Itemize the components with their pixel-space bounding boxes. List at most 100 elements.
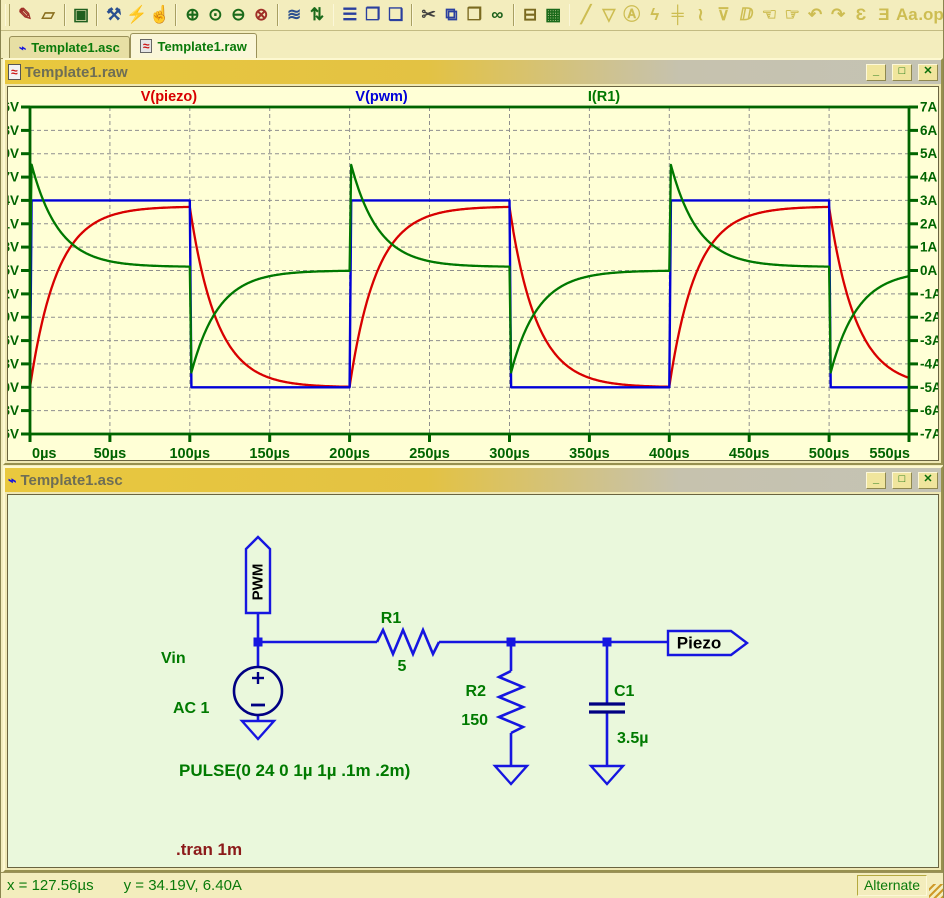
net-flag-piezo-label[interactable]: Piezo: [677, 634, 721, 653]
r1-name[interactable]: R1: [381, 610, 402, 627]
legend-vpiezo[interactable]: V(piezo): [141, 89, 198, 105]
vin-ac-value[interactable]: AC 1: [173, 700, 210, 717]
right-axis-tick-label: -2A: [920, 310, 939, 325]
wires[interactable]: [258, 613, 668, 766]
x-axis-tick-label: 400µs: [649, 446, 690, 461]
voltage-source-vin[interactable]: Vin AC 1 PULSE(0 24 0 1µ 1µ .1m .2m): [161, 650, 410, 780]
minimize-button[interactable]: _: [866, 472, 886, 489]
close-button[interactable]: ✕: [918, 64, 938, 81]
resize-grip[interactable]: [929, 884, 943, 898]
x-axis-tick-label: 100µs: [169, 446, 210, 461]
vin-pulse-value[interactable]: PULSE(0 24 0 1µ 1µ .1m .2m): [179, 761, 410, 780]
x-axis-tick-label: 250µs: [409, 446, 450, 461]
tab-template1-asc[interactable]: ⌁ Template1.asc: [9, 36, 130, 58]
net-flag-pwm-label[interactable]: PWM: [250, 564, 267, 601]
r2-value[interactable]: 150: [461, 712, 488, 729]
cascade-button[interactable]: ❑: [384, 3, 407, 27]
tab-bar: ⌁ Template1.asc ≈ Template1.raw: [1, 31, 943, 59]
net-flag-piezo[interactable]: Piezo: [668, 631, 747, 655]
c1-name[interactable]: C1: [614, 683, 635, 700]
r2-name[interactable]: R2: [466, 683, 487, 700]
right-axis-tick-label: -1A: [920, 286, 939, 301]
r1-value[interactable]: 5: [398, 658, 407, 675]
waveform-plot[interactable]: 36V33V30V27V24V21V18V15V12V9V6V3V0V-3V-6…: [8, 87, 939, 461]
maximize-button[interactable]: □: [892, 472, 912, 489]
toolbar-separator: [333, 4, 335, 26]
junction-dot: [507, 638, 516, 647]
trace-v-piezo[interactable]: [30, 207, 909, 387]
tran-directive[interactable]: .tran 1m: [176, 840, 242, 859]
left-axis-tick-label: 24V: [8, 193, 19, 208]
zoom-in-button[interactable]: ⊕: [181, 3, 204, 27]
new-schematic-button[interactable]: ✎: [14, 3, 37, 27]
left-axis-tick-label: 33V: [8, 123, 19, 138]
rotate-button: Ǝ: [872, 3, 895, 27]
legend-ir1[interactable]: I(R1): [588, 89, 620, 105]
resistor-tool-button: ϟ: [643, 3, 666, 27]
cursor-x-readout: x = 127.56µs: [7, 877, 94, 894]
print-preview-button[interactable]: ⊟: [519, 3, 542, 27]
left-axis-tick-label: 18V: [8, 240, 19, 255]
move-tool-button: ☜: [758, 3, 781, 27]
control-panel-button[interactable]: ⚒: [102, 3, 125, 27]
vin-name[interactable]: Vin: [161, 650, 186, 667]
right-axis-tick-label: -4A: [920, 356, 939, 371]
schematic-file-icon: ⌁: [8, 473, 16, 487]
autorange-button[interactable]: ⇅: [306, 3, 329, 27]
capacitor-c1[interactable]: C1 3.5µ: [589, 683, 648, 747]
paste-button[interactable]: ❒: [463, 3, 486, 27]
toolbar-separator: [96, 4, 98, 26]
left-axis-tick-label: 15V: [8, 263, 19, 278]
x-axis-tick-label: 500µs: [809, 446, 850, 461]
component-tool-button: ⅅ: [735, 3, 758, 27]
waveform-plot-pane[interactable]: 36V33V30V27V24V21V18V15V12V9V6V3V0V-3V-6…: [7, 86, 939, 461]
find-button[interactable]: ∞: [486, 3, 509, 27]
copy-button[interactable]: ⧉: [440, 3, 463, 27]
open-button[interactable]: ▱: [37, 3, 60, 27]
right-axis-tick-label: 4A: [920, 170, 938, 185]
capacitor-tool-button: ╪: [666, 3, 689, 27]
plot-frame: [30, 107, 909, 434]
tile-vertical-button[interactable]: ❐: [361, 3, 384, 27]
cut-button[interactable]: ✂: [417, 3, 440, 27]
tile-horizontal-button[interactable]: ☰: [338, 3, 361, 27]
run-button[interactable]: ⚡: [125, 3, 148, 27]
x-axis-tick-label: 0µs: [32, 446, 56, 461]
junction-dot: [603, 638, 612, 647]
left-axis-tick-label: 9V: [8, 310, 19, 325]
zoom-out-button[interactable]: ⊖: [227, 3, 250, 27]
right-axis-tick-label: 2A: [920, 216, 938, 231]
toolbar-separator: [175, 4, 177, 26]
zoom-full-button[interactable]: ⊗: [250, 3, 273, 27]
toolbar: ✎▱▣⚒⚡☝⊕⊙⊖⊗≋⇅☰❐❑✂⧉❒∞⊟▦╱▽Ⓐϟ╪≀⊽ⅅ☜☞↶↷ƐƎAa.op: [1, 0, 943, 31]
tab-template1-raw[interactable]: ≈ Template1.raw: [130, 33, 257, 58]
right-axis-tick-label: -7A: [920, 427, 939, 442]
ground-symbol: [591, 766, 623, 784]
legend-vpwm[interactable]: V(pwm): [355, 89, 408, 105]
plot-settings-button[interactable]: ≋: [283, 3, 306, 27]
undo-button: ↶: [804, 3, 827, 27]
inductor-tool-button: ≀: [689, 3, 712, 27]
toolbar-separator: [411, 4, 413, 26]
ground-symbol: [495, 766, 527, 784]
spice-directive-button: .op: [918, 3, 943, 27]
resistor-r1[interactable]: R1 5: [377, 610, 439, 675]
resistor-r2[interactable]: R2 150: [461, 671, 523, 733]
net-flag-pwm[interactable]: PWM: [246, 537, 270, 613]
trace-v-pwm[interactable]: [30, 200, 909, 387]
waveform-file-icon: ≈: [8, 64, 21, 80]
save-button[interactable]: ▣: [70, 3, 93, 27]
close-button[interactable]: ✕: [918, 472, 938, 489]
maximize-button[interactable]: □: [892, 64, 912, 81]
minimize-button[interactable]: _: [866, 64, 886, 81]
x-axis-tick-label: 200µs: [329, 446, 370, 461]
x-axis-tick-label: 350µs: [569, 446, 610, 461]
waveform-window-titlebar[interactable]: ≈ Template1.raw _ □ ✕: [5, 60, 941, 84]
trace-i-r1[interactable]: [30, 165, 909, 373]
left-axis-tick-label: 0V: [8, 380, 19, 395]
print-button[interactable]: ▦: [542, 3, 565, 27]
c1-value[interactable]: 3.5µ: [617, 730, 648, 747]
schematic-window-titlebar[interactable]: ⌁ Template1.asc _ □ ✕: [5, 468, 941, 492]
schematic-canvas[interactable]: PWM Piezo R1 5 R2 150: [8, 495, 939, 868]
zoom-fit-button[interactable]: ⊙: [204, 3, 227, 27]
